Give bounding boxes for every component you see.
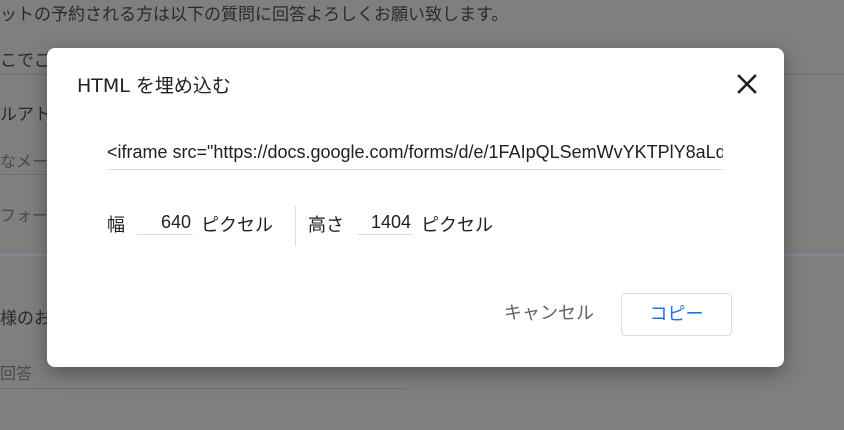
embed-html-dialog: HTML を埋め込む <iframe src="https://docs.goo… <box>47 48 784 367</box>
cancel-button[interactable]: キャンセル <box>489 294 609 334</box>
form-intro-text: ットの予約される方は以下の質問に回答よろしくお願い致します。 <box>0 5 509 25</box>
dimension-divider <box>295 206 296 246</box>
embed-code-field[interactable]: <iframe src="https://docs.google.com/for… <box>107 140 723 170</box>
width-unit-label: ピクセル <box>201 215 273 236</box>
answer-underline <box>0 174 47 175</box>
copy-button[interactable]: コピー <box>621 293 732 336</box>
height-unit-label: ピクセル <box>421 215 493 236</box>
question-fragment-3: フォー <box>0 206 49 225</box>
question-fragment-1: こでご <box>0 51 51 71</box>
width-input[interactable]: 640 <box>137 209 193 235</box>
question-hint-fragment: なメー <box>0 152 49 171</box>
dimensions-row: 幅 640 ピクセル 高さ 1404 ピクセル <box>107 206 547 246</box>
answer-placeholder: 回答 <box>0 364 33 383</box>
width-label: 幅 <box>107 215 125 236</box>
answer-underline <box>0 388 406 389</box>
close-icon[interactable] <box>734 71 760 97</box>
dialog-title: HTML を埋め込む <box>77 75 231 97</box>
height-label: 高さ <box>308 215 344 236</box>
question-fragment-2: ルアト <box>0 105 51 125</box>
height-input[interactable]: 1404 <box>357 209 413 235</box>
question-fragment-4: 様のお <box>0 309 51 329</box>
